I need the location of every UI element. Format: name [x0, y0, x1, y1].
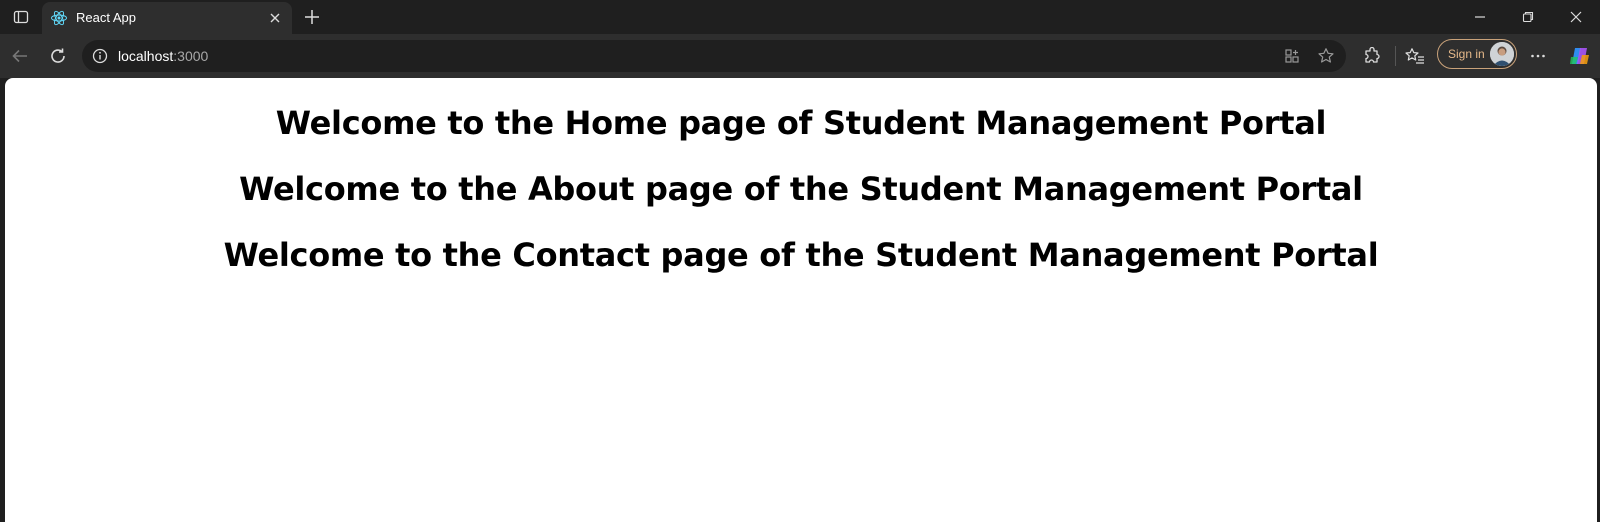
restore-icon[interactable] [1512, 5, 1544, 29]
close-tab-icon[interactable] [266, 9, 284, 27]
app-available-icon[interactable] [1282, 46, 1302, 66]
extensions-icon[interactable] [1358, 42, 1386, 70]
about-heading: Welcome to the About page of the Student… [239, 170, 1363, 208]
contact-heading: Welcome to the Contact page of the Stude… [223, 236, 1379, 274]
site-info-icon[interactable] [92, 48, 108, 64]
page-viewport: Welcome to the Home page of Student Mana… [5, 78, 1597, 522]
tab-strip: React App [0, 0, 1600, 34]
favorite-star-icon[interactable] [1316, 46, 1336, 66]
url-host: localhost [118, 48, 174, 64]
sign-in-button[interactable]: Sign in [1437, 39, 1517, 69]
address-bar[interactable]: localhost:3000 [82, 40, 1346, 72]
copilot-icon[interactable] [1566, 42, 1594, 70]
profile-avatar [1490, 42, 1514, 66]
close-window-icon[interactable] [1560, 5, 1592, 29]
minimize-icon[interactable] [1464, 5, 1496, 29]
url-text[interactable]: localhost:3000 [118, 48, 208, 64]
browser-toolbar: localhost:3000 Sign in [0, 34, 1600, 78]
tab-react-app[interactable]: React App [42, 2, 292, 34]
more-options-icon[interactable] [1524, 42, 1552, 70]
favorites-icon[interactable] [1401, 42, 1429, 70]
toolbar-divider [1395, 46, 1396, 66]
sidebar-toggle-icon[interactable] [8, 5, 34, 29]
react-logo-icon [50, 9, 68, 27]
home-heading: Welcome to the Home page of Student Mana… [275, 104, 1327, 142]
url-port: :3000 [173, 48, 209, 64]
sign-in-label: Sign in [1448, 47, 1485, 61]
reload-icon[interactable] [44, 42, 72, 70]
tab-title: React App [76, 10, 136, 25]
back-arrow-icon[interactable] [6, 42, 34, 70]
new-tab-icon[interactable] [300, 5, 324, 29]
